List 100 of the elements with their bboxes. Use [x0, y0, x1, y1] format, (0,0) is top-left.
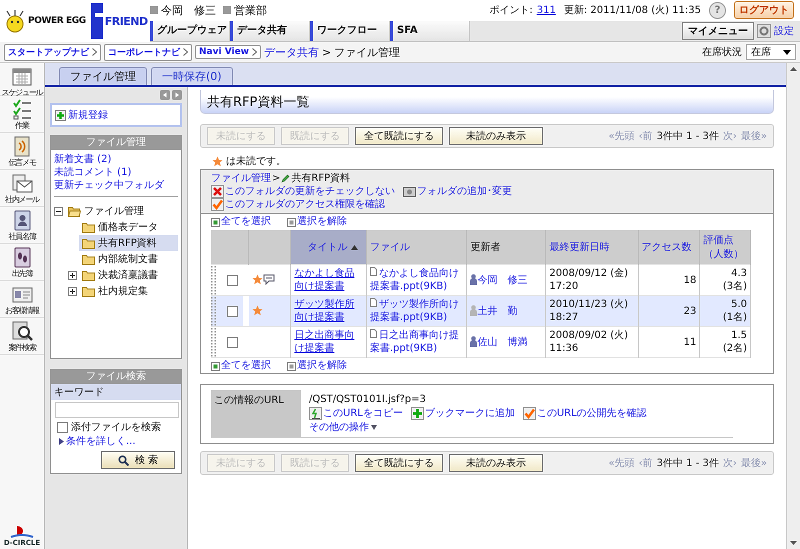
title-link[interactable]: なかよし食品向け提案書	[294, 267, 363, 293]
file-icon	[370, 298, 377, 307]
brand-logo-icon	[9, 525, 35, 539]
copy-icon	[309, 407, 322, 420]
tree-item[interactable]: 決裁済稟議書	[79, 267, 178, 283]
folder-path-current: 共有RFP資料	[291, 172, 350, 185]
date-text: 2008/09/02 (火)	[549, 329, 630, 342]
navi-button[interactable]: Navi View	[195, 45, 262, 59]
page-title: 共有RFP資料一覧	[200, 90, 774, 114]
column-header[interactable]: タイトル	[290, 230, 366, 264]
checkmark-icon	[522, 407, 536, 420]
app-launcher[interactable]: 作業	[0, 96, 44, 133]
presence-select[interactable]: 在席	[746, 44, 796, 60]
app-launcher[interactable]: 伝言メモ	[0, 133, 44, 170]
row-checkbox[interactable]	[227, 274, 238, 286]
action-link[interactable]: このフォルダのアクセス権限を確認	[211, 198, 385, 211]
app-launcher[interactable]: 社員名簿	[0, 207, 44, 244]
action-link[interactable]: このフォルダの更新をチェックしない	[211, 185, 395, 198]
title-link[interactable]: 日之出商事向け提案書	[294, 329, 363, 355]
tab[interactable]: 一時保存(0)	[151, 67, 233, 85]
action-link[interactable]: ブックマークに追加	[410, 407, 515, 420]
select-all-link[interactable]: 全てを選択	[211, 216, 271, 228]
breadcrumb-link[interactable]: データ共有	[264, 44, 320, 60]
folder-icon	[82, 254, 95, 264]
square-icon	[223, 6, 231, 14]
search-button[interactable]: 検 索	[100, 451, 175, 469]
select-all-link[interactable]: 全てを選択	[211, 360, 271, 372]
app-launcher[interactable]: スケジュール	[0, 63, 44, 96]
nav-tab[interactable]: データ共有	[230, 20, 310, 40]
time-text: 18:27	[549, 311, 580, 324]
action-link[interactable]: フォルダの追加･変更	[403, 185, 512, 198]
person-link[interactable]: 佐山 博満	[470, 336, 528, 348]
sidebar-link[interactable]: 更新チェック中フォルダ	[54, 179, 178, 192]
app-launcher[interactable]: 案件検索	[0, 318, 44, 355]
tree-item[interactable]: 共有RFP資料	[79, 235, 178, 251]
nav-tab[interactable]: ワークフロー	[310, 20, 390, 40]
checkbox[interactable]	[57, 422, 68, 432]
page-range: 3件中 1 - 3件	[656, 130, 719, 143]
points-link[interactable]: 311	[536, 4, 556, 16]
sort-ascending-icon	[351, 244, 358, 250]
time-text: 17:20	[549, 280, 580, 293]
file-icon	[370, 267, 377, 276]
rater-count: (3名)	[722, 280, 747, 293]
deselect-link[interactable]: 選択を解除	[287, 216, 347, 228]
row-checkbox[interactable]	[227, 336, 238, 348]
app-launcher[interactable]: 社内メール	[0, 170, 44, 207]
more-actions-link[interactable]: その他の操作	[309, 420, 377, 435]
folder-icon	[82, 270, 95, 280]
folder-path-link[interactable]: ファイル管理	[211, 172, 271, 185]
panel-title: ファイル管理	[51, 136, 181, 150]
tree-item[interactable]: ファイル管理	[65, 203, 178, 219]
nav-tab[interactable]: SFA	[390, 20, 470, 40]
keyword-field[interactable]	[55, 402, 179, 418]
action-link[interactable]: このURLの公開先を確認	[522, 407, 647, 420]
tree-item[interactable]: 価格表データ	[79, 219, 178, 235]
chick-icon	[4, 9, 26, 33]
logout-button[interactable]: ログアウト	[734, 1, 794, 20]
date-text: 2010/11/23 (火)	[549, 298, 630, 311]
scrollbar[interactable]	[786, 63, 800, 549]
column-header[interactable]: 評価点（人数）	[700, 230, 750, 264]
keyword-label: キーワード	[51, 384, 181, 400]
action-link[interactable]: このURLをコピー	[309, 407, 403, 420]
help-button[interactable]: ?	[709, 2, 726, 19]
url-label: この情報のURL	[211, 390, 301, 437]
points-label: ポイント:	[489, 4, 533, 18]
navi-button[interactable]: スタートアップナビ	[4, 44, 101, 60]
action-button[interactable]: 未読のみ表示	[449, 127, 543, 145]
action-button[interactable]: 全て既読にする	[355, 127, 443, 145]
tree-item[interactable]: 社内規定集	[79, 283, 178, 299]
column-header[interactable]: アクセス数	[638, 230, 700, 264]
deselect-link[interactable]: 選択を解除	[287, 360, 347, 372]
file-link[interactable]: 日之出商事向け提案書.ppt(9KB)	[370, 329, 464, 355]
rater-count: (1名)	[722, 311, 747, 324]
tab[interactable]: ファイル管理	[59, 67, 147, 85]
tree-item[interactable]: 内部統制文書	[79, 251, 178, 267]
row-checkbox[interactable]	[227, 306, 238, 316]
sidebar-link[interactable]: 新着文書 (2)	[54, 153, 178, 166]
checklist-icon	[11, 98, 33, 120]
rating-value: 1.5	[730, 329, 747, 342]
app-launcher[interactable]: お客様情報	[0, 281, 44, 318]
action-button[interactable]: 全て既読にする	[355, 454, 443, 472]
plus-icon	[55, 110, 66, 120]
navi-button[interactable]: コーポレートナビ	[104, 44, 192, 60]
new-entry-button[interactable]: 新規登録	[50, 103, 182, 127]
details-link[interactable]: 条件を詳しく...	[66, 434, 136, 448]
access-count: 18	[684, 274, 696, 286]
my-menu-button[interactable]: マイメニュー	[682, 22, 754, 40]
search-icon	[118, 454, 129, 466]
nav-tab[interactable]: グループウェア	[150, 20, 230, 40]
settings-link[interactable]: 設定	[774, 24, 794, 38]
person-link[interactable]: 今岡 修三	[470, 274, 528, 286]
column-header[interactable]: ファイル	[366, 230, 467, 264]
gear-icon	[757, 24, 771, 38]
action-button[interactable]: 未読のみ表示	[449, 454, 543, 472]
star-icon	[212, 156, 223, 166]
rater-count: (2名)	[722, 342, 747, 355]
app-launcher[interactable]: 出先簿	[0, 244, 44, 281]
column-header[interactable]: 最終更新日時	[546, 230, 638, 264]
file-link[interactable]: なかよし食品向け提案書.ppt(9KB)	[370, 267, 464, 293]
sidebar-link[interactable]: 未読コメント (1)	[54, 166, 178, 179]
